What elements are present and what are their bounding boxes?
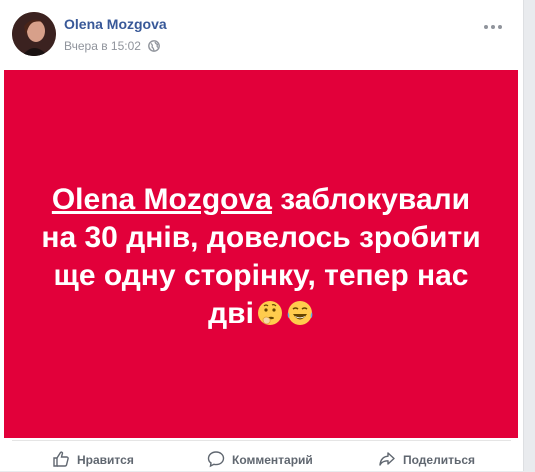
post-banner: Olena Mozgova заблокували на 30 днів, до… bbox=[4, 70, 518, 438]
banner-line-3: ще одну сторінку, тепер нас bbox=[53, 259, 469, 292]
post-header: Olena Mozgova Вчера в 15:02 bbox=[12, 12, 512, 60]
comment-icon bbox=[207, 451, 225, 468]
banner-line-4: дві bbox=[4, 295, 518, 333]
avatar[interactable] bbox=[12, 12, 56, 56]
comment-button[interactable]: Комментарий bbox=[207, 450, 313, 470]
banner-text: Olena Mozgova заблокували на 30 днів, до… bbox=[4, 181, 518, 333]
ellipsis-icon[interactable] bbox=[484, 16, 506, 29]
globe-icon bbox=[148, 40, 161, 55]
like-label: Нравится bbox=[77, 453, 134, 467]
banner-line-2: на 30 днів, довелось зробити bbox=[41, 221, 481, 254]
thinking-face-icon bbox=[256, 299, 284, 327]
banner-line-4-text: дві bbox=[208, 297, 254, 330]
author-name[interactable]: Olena Mozgova bbox=[64, 16, 167, 32]
share-icon bbox=[379, 452, 395, 466]
post-card: Olena Mozgova Вчера в 15:02 Olena Mozgov… bbox=[0, 0, 524, 471]
share-button[interactable]: Поделиться bbox=[378, 450, 475, 470]
comment-label: Комментарий bbox=[232, 453, 313, 467]
like-button[interactable]: Нравится bbox=[52, 450, 134, 470]
post-actions: Нравится Комментарий Поделиться bbox=[12, 440, 511, 472]
banner-line-1: Olena Mozgova заблокували bbox=[4, 181, 518, 219]
share-label: Поделиться bbox=[403, 453, 476, 467]
tears-of-joy-icon bbox=[286, 299, 314, 327]
post-timestamp[interactable]: Вчера в 15:02 bbox=[64, 39, 141, 53]
post-meta: Вчера в 15:02 bbox=[64, 39, 161, 55]
like-icon bbox=[53, 451, 69, 467]
banner-line-1-text: заблокували bbox=[271, 183, 471, 216]
author-mention[interactable]: Olena Mozgova bbox=[52, 183, 272, 216]
